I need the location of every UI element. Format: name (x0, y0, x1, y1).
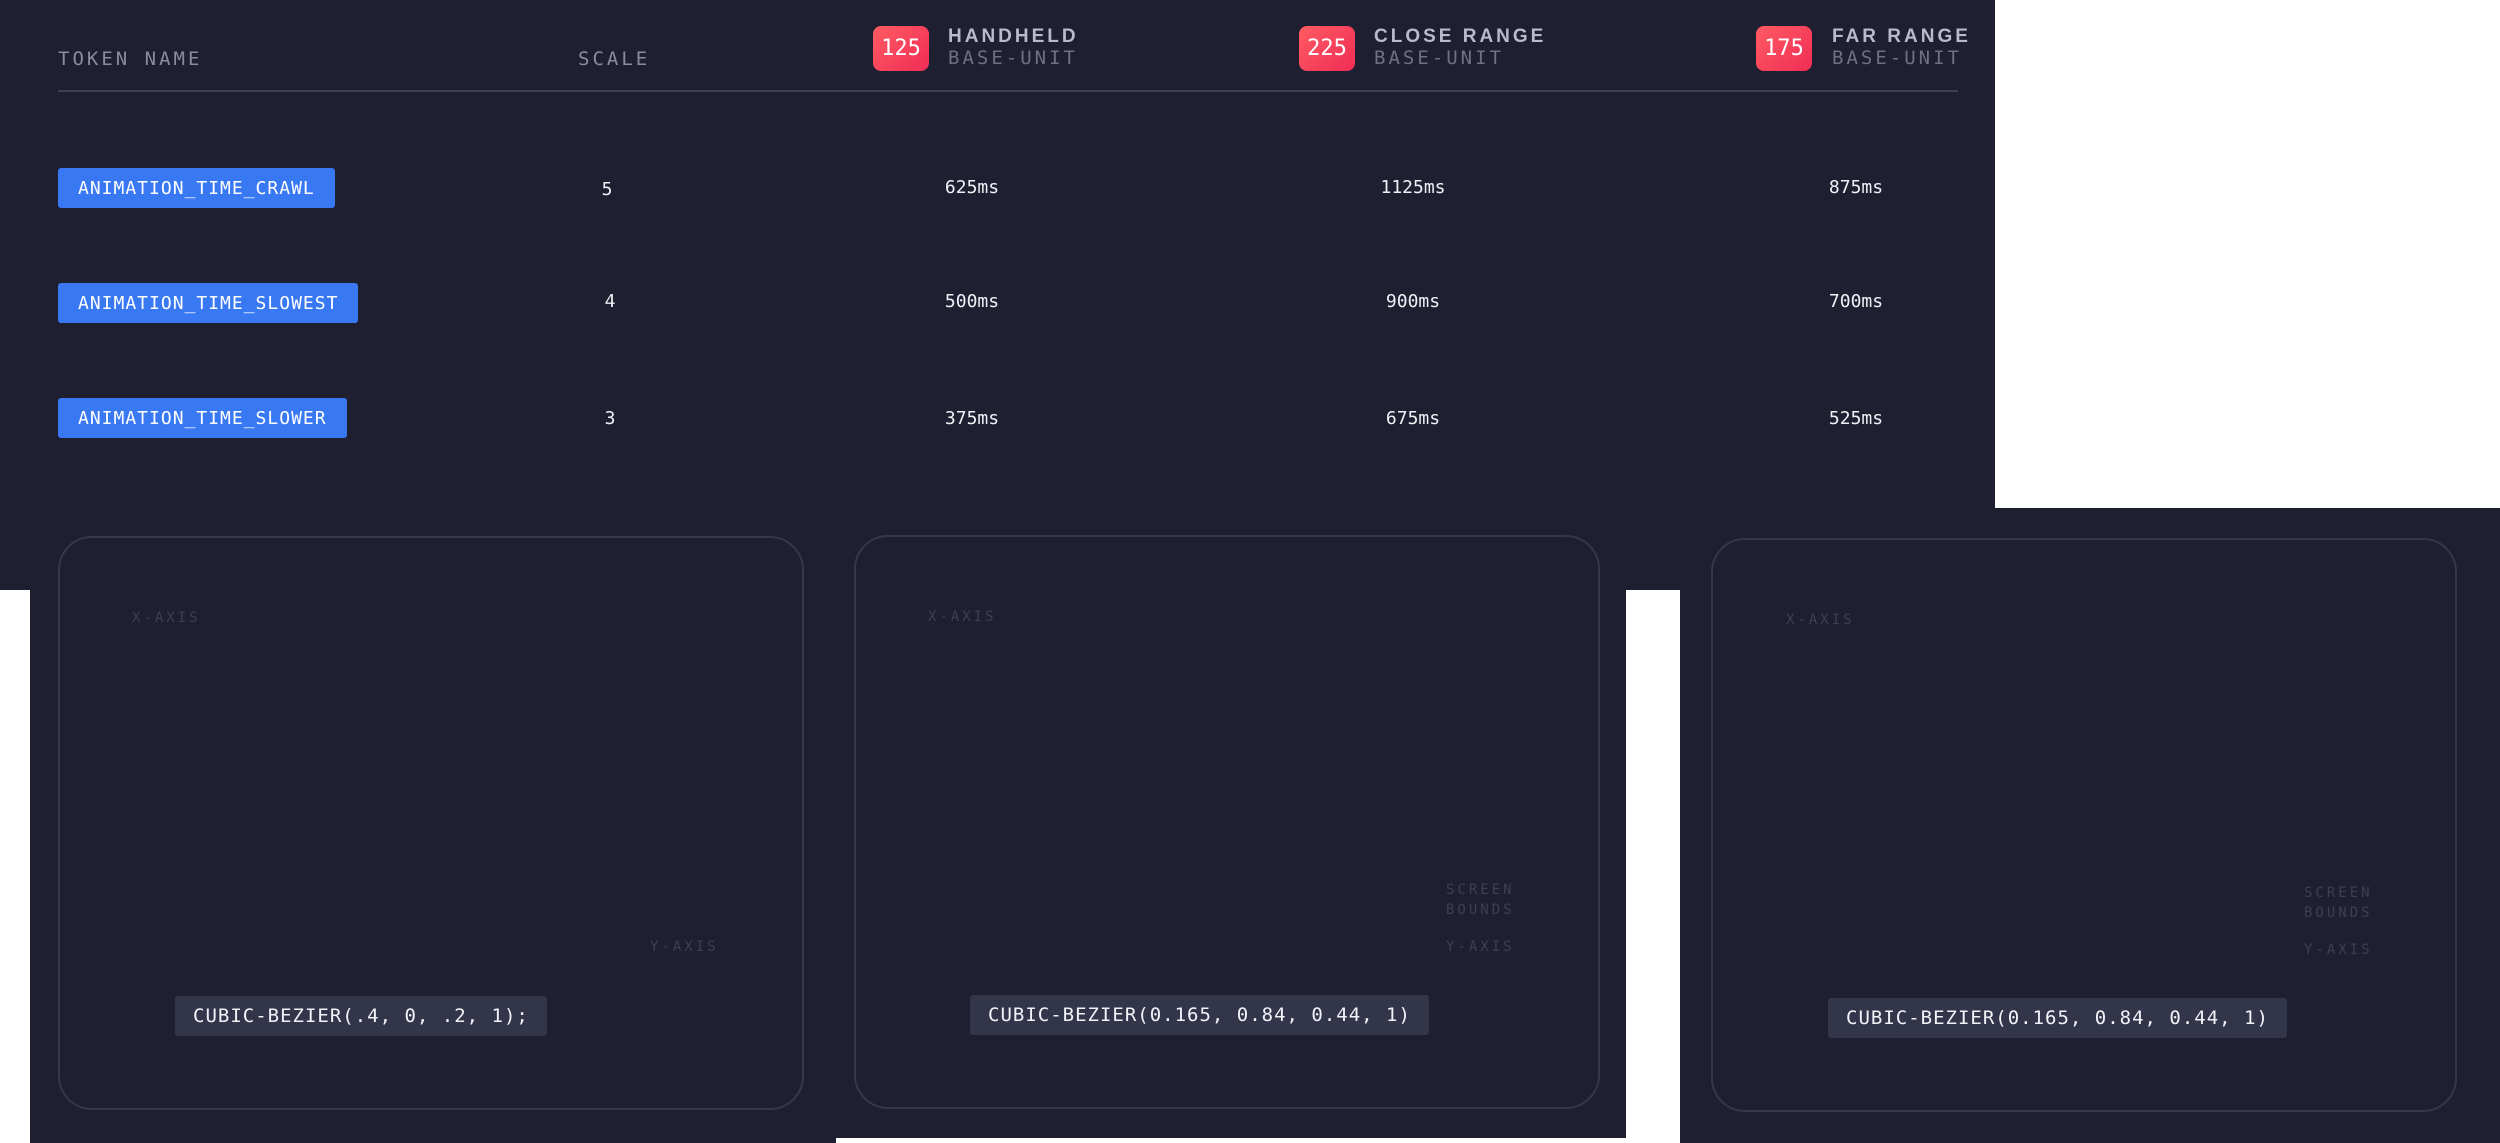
screen-bounds-label: BOUNDS (2304, 905, 2373, 921)
screen-bounds-label: BOUNDS (1446, 902, 1515, 918)
handheld-duration: 500ms (944, 291, 1000, 312)
close-range-base-unit: BASE-UNIT (1374, 47, 1504, 69)
x-axis-label: X-AXIS (1786, 612, 1855, 628)
scale-header: SCALE (578, 48, 651, 70)
handheld-header: HANDHELD (948, 26, 1079, 47)
y-axis-label: Y-AXIS (2304, 942, 2373, 958)
bezier-code[interactable]: CUBIC-BEZIER(.4, 0, .2, 1); (175, 996, 547, 1036)
far-range-header: FAR RANGE (1832, 26, 1971, 47)
close-range-header: CLOSE RANGE (1374, 26, 1547, 47)
screen-bounds-label: SCREEN (1446, 882, 1515, 898)
far-range-duration: 700ms (1828, 291, 1884, 312)
scale-value: 4 (604, 291, 616, 312)
token-chip[interactable]: ANIMATION_TIME_SLOWER (58, 398, 347, 438)
far-range-duration: 875ms (1828, 177, 1884, 198)
handheld-duration: 625ms (944, 177, 1000, 198)
token-name-header: TOKEN NAME (58, 48, 203, 70)
bezier-code[interactable]: CUBIC-BEZIER(0.165, 0.84, 0.44, 1) (1828, 998, 2287, 1038)
close-range-duration: 1125ms (1380, 177, 1446, 198)
bezier-code[interactable]: CUBIC-BEZIER(0.165, 0.84, 0.44, 1) (970, 995, 1429, 1035)
handheld-base-badge: 125 (873, 26, 929, 71)
far-range-duration: 525ms (1828, 408, 1884, 429)
close-range-duration: 675ms (1385, 408, 1441, 429)
token-chip[interactable]: ANIMATION_TIME_CRAWL (58, 168, 335, 208)
far-range-base-badge: 175 (1756, 26, 1812, 71)
y-axis-label: Y-AXIS (650, 939, 719, 955)
handheld-base-unit: BASE-UNIT (948, 47, 1078, 69)
x-axis-label: X-AXIS (928, 609, 997, 625)
scale-value: 3 (604, 408, 616, 429)
scale-value: 5 (601, 179, 613, 200)
close-range-base-badge: 225 (1299, 26, 1355, 71)
handheld-duration: 375ms (944, 408, 1000, 429)
close-range-duration: 900ms (1385, 291, 1441, 312)
far-range-base-unit: BASE-UNIT (1832, 47, 1962, 69)
token-chip[interactable]: ANIMATION_TIME_SLOWEST (58, 283, 359, 323)
y-axis-label: Y-AXIS (1446, 939, 1515, 955)
screen-bounds-label: SCREEN (2304, 885, 2373, 901)
header-divider (58, 90, 1958, 92)
x-axis-label: X-AXIS (132, 610, 201, 626)
